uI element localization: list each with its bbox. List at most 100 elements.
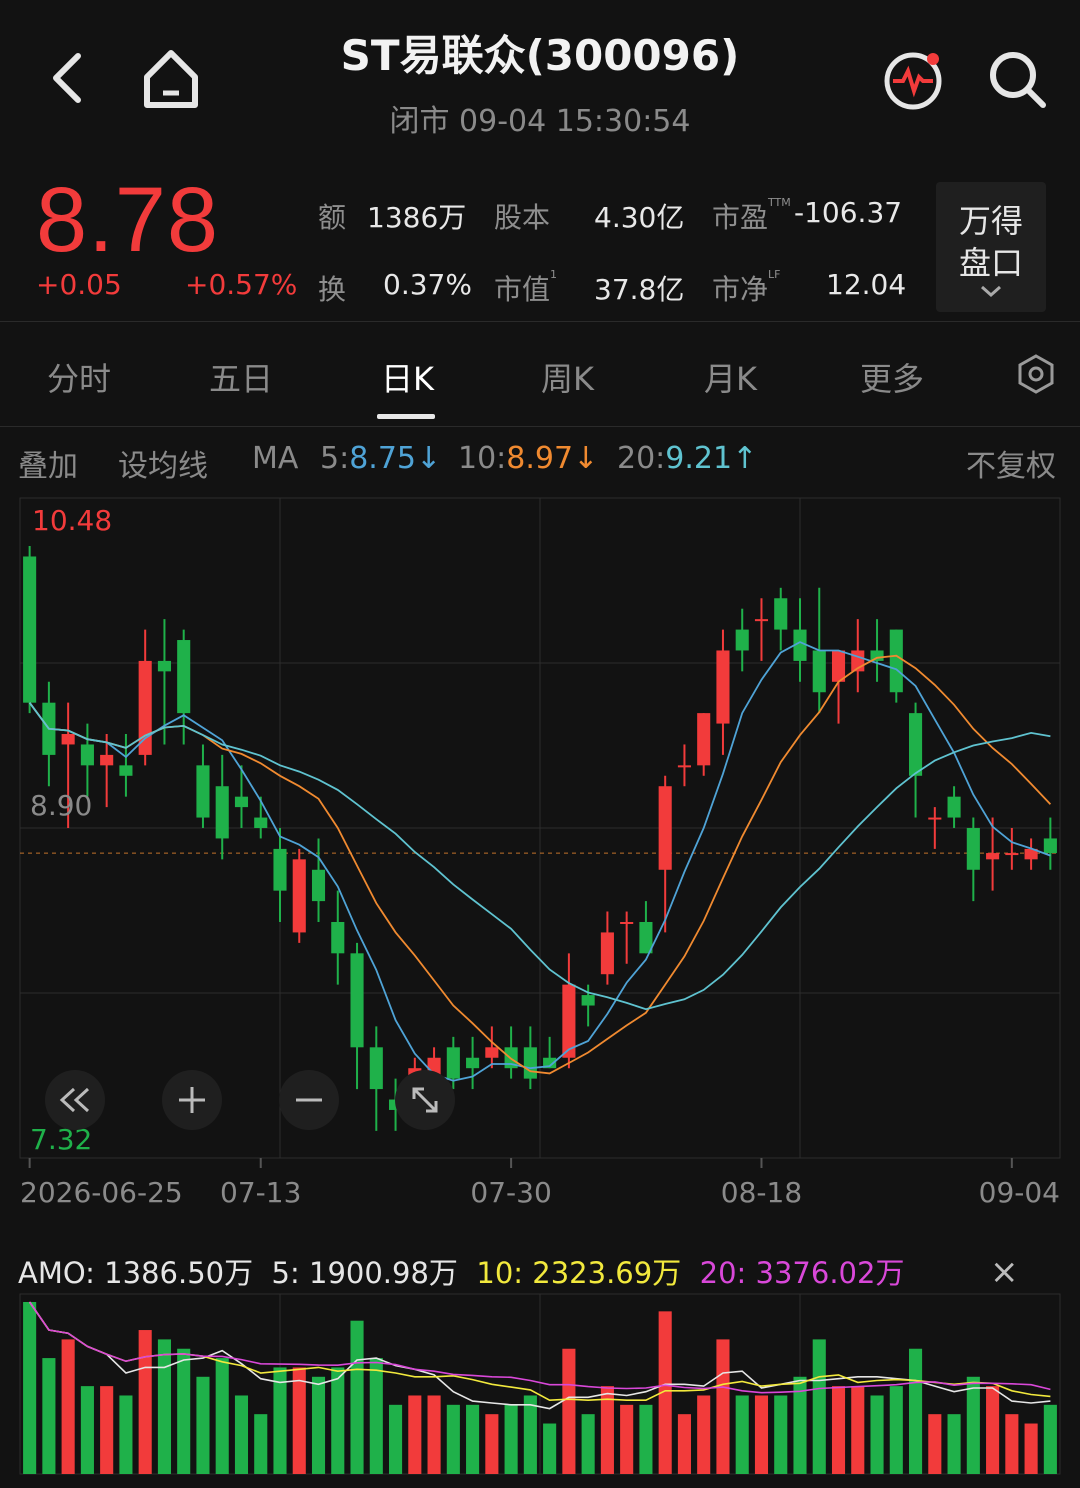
candle-body (61, 734, 75, 745)
volume-bar (1024, 1423, 1038, 1474)
chevron-down-icon (981, 285, 1001, 298)
candle-body (716, 650, 730, 724)
tab-monthly-k[interactable]: 月K (704, 354, 757, 400)
set-ma-button[interactable]: 设均线 (118, 441, 208, 485)
ma-label: MA (252, 441, 299, 476)
candle-body (966, 828, 980, 870)
price-change: +0.05 (36, 268, 122, 301)
tab-more[interactable]: 更多 (860, 354, 924, 400)
candle-body (80, 744, 94, 766)
candle-body (466, 1057, 480, 1069)
tab-intraday[interactable]: 分时 (47, 354, 111, 400)
candle-body (677, 765, 691, 768)
volume-bar (61, 1339, 75, 1474)
volume-bar (774, 1395, 788, 1474)
volume-bar (466, 1404, 480, 1474)
volume-bar (273, 1367, 287, 1474)
volume-bar (485, 1414, 499, 1474)
volume-bar (504, 1404, 518, 1474)
minus-icon (296, 1098, 322, 1102)
shares-value: 4.30亿 (594, 201, 685, 234)
volume-bar (446, 1404, 460, 1474)
radar-button[interactable] (878, 44, 948, 114)
volume-bar (889, 1386, 903, 1474)
candle-body (100, 754, 114, 766)
candle-body (196, 765, 210, 818)
candle-body (157, 660, 171, 672)
volume-bar (812, 1339, 826, 1474)
candle-body (1043, 838, 1057, 854)
volume-bar (234, 1395, 249, 1474)
ma5-indicator: 5:8.75↓ (320, 441, 442, 476)
candle-body (831, 650, 846, 682)
search-icon (990, 52, 1046, 108)
volume-bar (754, 1395, 769, 1474)
volume-bar (23, 1302, 37, 1474)
volume-bar (735, 1395, 749, 1474)
candle-body (273, 848, 287, 891)
plus-icon (179, 1087, 205, 1113)
pulse-radar-icon (884, 52, 942, 110)
adjust-toggle[interactable]: 不复权 (966, 441, 1056, 485)
candle-body (138, 660, 152, 755)
volume-bar (639, 1404, 653, 1474)
tab-weekly-k[interactable]: 周K (541, 354, 594, 400)
kline-chart[interactable]: 10.48 8.90 7.32 2026-06-25 07-13 07-30 08-1… (0, 490, 1080, 1220)
fullscreen-button[interactable] (395, 1070, 455, 1130)
volume-bar (1043, 1404, 1057, 1474)
volume-bar (177, 1348, 191, 1474)
search-button[interactable] (982, 44, 1052, 114)
volume-bar (292, 1367, 306, 1474)
wande-panel-button[interactable]: 万得 盘口 (936, 182, 1046, 312)
zoom-in-button[interactable] (162, 1070, 222, 1130)
x-tick-label: 09-04 (979, 1176, 1060, 1209)
volume-bar (716, 1339, 730, 1474)
candle-body (754, 619, 769, 622)
candle-body (331, 921, 345, 954)
candle-body (311, 869, 326, 902)
volume-bar (389, 1404, 403, 1474)
candle-body (774, 598, 788, 630)
close-amo-button[interactable]: × (990, 1252, 1019, 1292)
candle-body (812, 650, 826, 693)
y-max-label: 10.48 (32, 504, 112, 537)
volume-bar (215, 1358, 229, 1474)
volume-bar (80, 1386, 94, 1474)
volume-bar (369, 1358, 383, 1474)
price-change-pct: +0.57% (185, 268, 298, 301)
volume-bar (620, 1404, 634, 1474)
ma10-indicator: 10:8.97↓ (458, 441, 599, 476)
tab-daily-k[interactable]: 日K (381, 354, 434, 400)
volume-bar (986, 1386, 1000, 1474)
candle-body (177, 640, 191, 714)
candle-body (600, 932, 614, 975)
volume-bar (851, 1386, 865, 1474)
scroll-left-button[interactable] (45, 1070, 105, 1130)
volume-bar (157, 1339, 171, 1474)
candle-body (119, 765, 133, 776)
shares-label: 股本 (494, 201, 551, 234)
divider (0, 426, 1080, 427)
settings-button[interactable] (1012, 350, 1060, 398)
volume-bar (523, 1395, 537, 1474)
volume-bar (909, 1348, 923, 1474)
volume-bar (138, 1330, 152, 1474)
double-chevron-left-icon (59, 1087, 90, 1113)
tab-five-day[interactable]: 五日 (209, 354, 273, 400)
candle-body (446, 1047, 460, 1079)
candle-body (369, 1047, 383, 1090)
volume-bar (119, 1395, 133, 1474)
x-tick-label: 2026-06-25 (20, 1176, 183, 1209)
mktcap-value: 37.8亿 (594, 273, 685, 306)
candle-body (234, 796, 249, 808)
zoom-out-button[interactable] (279, 1070, 339, 1130)
volume-bar (331, 1367, 345, 1474)
volume-bar (677, 1414, 691, 1474)
amo-legend: AMO: 1386.50万 5: 1900.98万 10: 2323.69万 2… (18, 1256, 905, 1290)
amo-volume-chart[interactable] (0, 1290, 1080, 1488)
candle-body (947, 796, 961, 818)
pe-value: -106.37 (794, 196, 903, 229)
volume-bar (543, 1423, 557, 1474)
overlay-button[interactable]: 叠加 (18, 441, 78, 485)
turnover-label: 换 (318, 273, 347, 306)
